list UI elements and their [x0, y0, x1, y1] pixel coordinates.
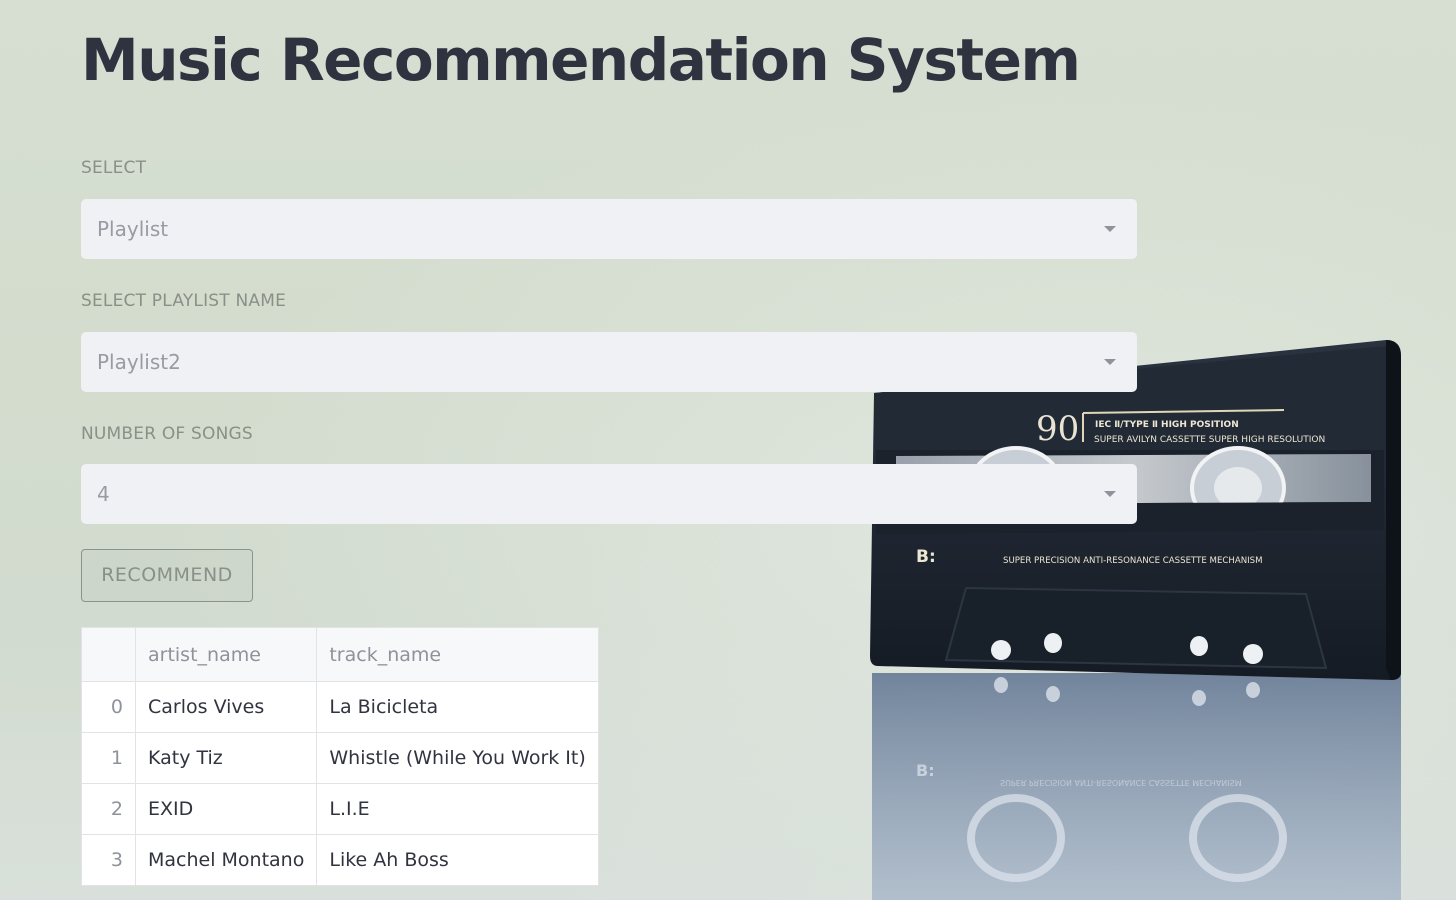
cassette-tape-illustration: B: SUPER PRECISION ANTI-RESONANCE CASSET… — [866, 338, 1406, 900]
svg-text:B:: B: — [916, 761, 935, 780]
select-mode-label: SELECT — [81, 158, 147, 178]
chevron-down-icon — [1104, 491, 1116, 497]
track-name-column-header[interactable]: track_name — [316, 627, 599, 682]
row-index: 1 — [81, 732, 136, 784]
table-row: 0 Carlos Vives La Bicicleta — [81, 681, 599, 733]
row-index: 0 — [81, 681, 136, 733]
playlist-name-value: Playlist2 — [97, 350, 181, 374]
artist-name-cell: Machel Montano — [134, 834, 318, 886]
side-label: B: — [916, 547, 936, 567]
number-of-songs-value: 4 — [97, 482, 110, 506]
table-row: 1 Katy Tiz Whistle (While You Work It) — [81, 732, 599, 784]
select-mode-value: Playlist — [97, 217, 169, 241]
track-name-cell: Whistle (While You Work It) — [316, 732, 599, 784]
select-mode-dropdown[interactable]: Playlist — [81, 199, 1137, 259]
table-row: 2 EXID L.I.E — [81, 783, 599, 835]
row-index: 2 — [81, 783, 136, 835]
page-title: Music Recommendation System — [81, 26, 1081, 94]
track-name-cell: L.I.E — [316, 783, 599, 835]
tape-length-text: 90 — [1036, 409, 1079, 449]
table-row: 3 Machel Montano Like Ah Boss — [81, 834, 599, 886]
results-table: artist_name track_name 0 Carlos Vives La… — [81, 627, 599, 886]
cassette-reflection: B: SUPER PRECISION ANTI-RESONANCE CASSET… — [872, 673, 1401, 900]
row-index: 3 — [81, 834, 136, 886]
tape-type-text: IEC Ⅱ/TYPE Ⅱ HIGH POSITION — [1095, 420, 1239, 430]
artist-name-cell: Katy Tiz — [134, 732, 318, 784]
track-name-cell: Like Ah Boss — [316, 834, 599, 886]
playlist-name-label: SELECT PLAYLIST NAME — [81, 291, 287, 311]
chevron-down-icon — [1104, 359, 1116, 365]
table-header-row: artist_name track_name — [81, 627, 599, 682]
index-column-header[interactable] — [81, 627, 136, 682]
number-of-songs-label: NUMBER OF SONGS — [81, 424, 253, 444]
playlist-name-dropdown[interactable]: Playlist2 — [81, 332, 1137, 392]
track-name-cell: La Bicicleta — [316, 681, 599, 733]
artist-name-cell: Carlos Vives — [134, 681, 318, 733]
number-of-songs-dropdown[interactable]: 4 — [81, 464, 1137, 524]
svg-text:SUPER PRECISION ANTI-RESONANCE: SUPER PRECISION ANTI-RESONANCE CASSETTE … — [1000, 778, 1242, 787]
recommend-button[interactable]: RECOMMEND — [81, 549, 253, 602]
artist-name-cell: EXID — [134, 783, 318, 835]
tape-brand-text: SUPER AVILYN CASSETTE SUPER HIGH RESOLUT… — [1094, 435, 1325, 445]
chevron-down-icon — [1104, 226, 1116, 232]
artist-name-column-header[interactable]: artist_name — [134, 627, 318, 682]
mechanism-text: SUPER PRECISION ANTI-RESONANCE CASSETTE … — [1003, 556, 1263, 566]
